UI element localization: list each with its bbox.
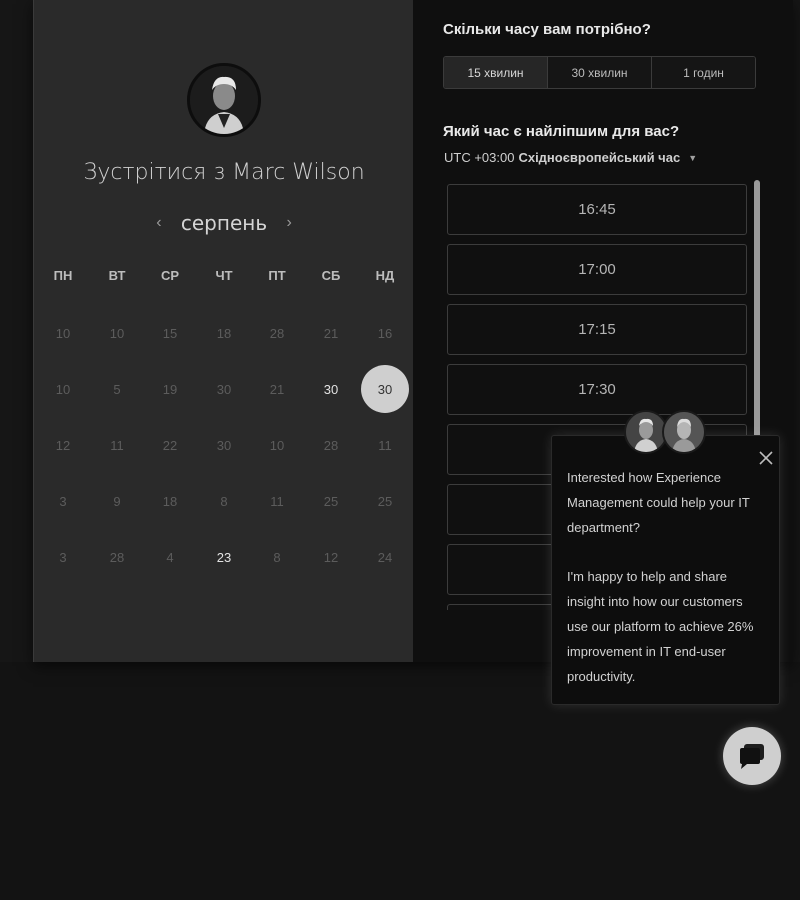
duration-selector: 15 хвилин 30 хвилин 1 годин: [443, 56, 756, 89]
duration-heading: Скільки часу вам потрібно?: [443, 21, 651, 38]
chat-message-line-1: Interested how Experience Management cou…: [567, 470, 750, 535]
calendar-day: 4: [166, 549, 174, 565]
calendar-day: 12: [55, 437, 71, 453]
calendar-day: 3: [59, 549, 67, 565]
time-slot-button[interactable]: 17:30: [447, 364, 747, 415]
weekday-header: ПН ВТ СР ЧТ ПТ СБ НД: [34, 268, 414, 288]
chat-message-line-2: I'm happy to help and share insight into…: [567, 569, 754, 684]
timezone-offset: UTC +03:00: [444, 150, 515, 165]
calendar-day: 16: [377, 325, 393, 341]
calendar-day: 21: [323, 325, 339, 341]
duration-option-button[interactable]: 15 хвилин: [444, 57, 548, 88]
calendar-panel: Зустрітися з Marc Wilson ‹ серпень › ПН В…: [33, 0, 413, 662]
calendar-day: 28: [109, 549, 125, 565]
chevron-left-icon[interactable]: ‹: [151, 214, 167, 232]
weekday-label: ЧТ: [215, 268, 233, 283]
calendar-day: 5: [113, 381, 121, 397]
calendar-day[interactable]: 30: [307, 365, 355, 413]
calendar-day: 30: [216, 381, 232, 397]
host-avatar: [187, 63, 261, 137]
agent-avatar: [662, 410, 706, 454]
month-label: серпень: [180, 211, 268, 235]
time-slot-button[interactable]: 17:15: [447, 304, 747, 355]
calendar-day: 10: [55, 325, 71, 341]
calendar-day: 10: [55, 381, 71, 397]
calendar-day: 28: [323, 437, 339, 453]
time-slot-button[interactable]: 16:45: [447, 184, 747, 235]
duration-option-button[interactable]: 30 хвилин: [548, 57, 652, 88]
month-navigation: ‹ серпень ›: [34, 208, 414, 238]
chevron-right-icon[interactable]: ›: [281, 214, 297, 232]
calendar-day: 30: [216, 437, 232, 453]
calendar-day: 10: [269, 437, 285, 453]
time-heading: Який час є найліпшим для вас?: [443, 123, 680, 140]
caret-down-icon: ▼: [688, 152, 698, 163]
calendar-day: 8: [220, 493, 228, 509]
calendar-day: 28: [269, 325, 285, 341]
calendar-day: 10: [109, 325, 125, 341]
calendar-day: 25: [377, 493, 393, 509]
person-portrait-icon: [190, 66, 258, 134]
calendar-day: 3: [59, 493, 67, 509]
calendar-day: 8: [273, 549, 281, 565]
calendar-day: 11: [378, 437, 392, 453]
chat-bubble-icon[interactable]: [723, 727, 781, 785]
calendar-day: 15: [162, 325, 178, 341]
timezone-name: Східноєвропейський час: [518, 150, 681, 165]
chat-popup: Interested how Experience Management cou…: [551, 435, 780, 705]
chat-message: Interested how Experience Management cou…: [567, 466, 767, 714]
calendar-day[interactable]: 23: [200, 533, 248, 581]
calendar-day: 18: [162, 493, 178, 509]
timezone-dropdown[interactable]: UTC +03:00 Східноєвропейський час ▼: [444, 150, 697, 165]
weekday-label: НД: [375, 268, 395, 283]
meet-title: Зустрітися з Marc Wilson: [83, 160, 365, 185]
weekday-label: СР: [160, 268, 180, 283]
calendar-day: 12: [323, 549, 339, 565]
calendar-day: 21: [269, 381, 285, 397]
weekday-label: СБ: [321, 268, 341, 283]
duration-option-button[interactable]: 1 годин: [652, 57, 755, 88]
calendar-day: 19: [162, 381, 178, 397]
calendar-day: 18: [216, 325, 232, 341]
time-slot-button[interactable]: 17:00: [447, 244, 747, 295]
calendar-day: 9: [113, 493, 121, 509]
chat-agent-avatars: [624, 410, 708, 460]
weekday-label: ПН: [53, 268, 73, 283]
weekday-label: ВТ: [108, 268, 126, 283]
calendar-day: 25: [323, 493, 339, 509]
weekday-label: ПТ: [268, 268, 286, 283]
calendar-day: 11: [270, 493, 284, 509]
calendar-day: 24: [377, 549, 393, 565]
calendar-day: 22: [162, 437, 178, 453]
calendar-day-selected[interactable]: 30: [361, 365, 409, 413]
calendar-day: 11: [110, 437, 124, 453]
